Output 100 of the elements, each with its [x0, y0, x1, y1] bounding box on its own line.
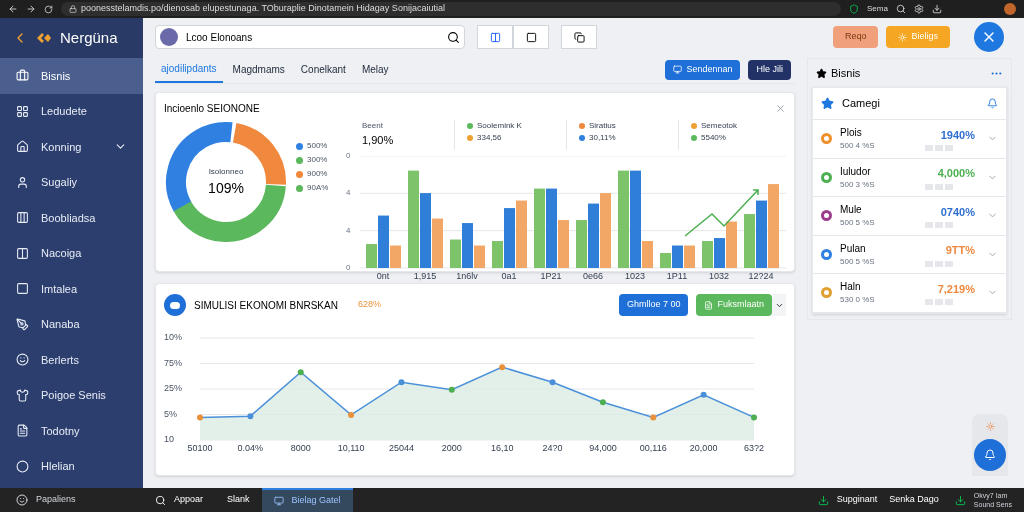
address-bar[interactable]: poonesstelamdis.po/dienosab elupestunaga. TOburaplie Dinotamein Hidagay Sonijacaiutial [61, 2, 841, 16]
layout-icon [489, 31, 501, 43]
bar [744, 214, 755, 268]
nav-icon [16, 317, 29, 331]
list-row[interactable]: Haln 530 0 %S 7,219% [813, 274, 1006, 313]
axis-label: 8000 [289, 442, 312, 455]
tray-icon[interactable] [954, 494, 966, 506]
nav-item[interactable]: Bisnis [0, 58, 143, 94]
primary-button[interactable]: Sendennan [665, 59, 741, 80]
close-button[interactable] [974, 22, 1004, 52]
nav-item[interactable]: Ledudete [0, 93, 143, 129]
axis-label: 1,915 [412, 270, 438, 283]
url-text: poonesstelamdis.po/dienosab elupestunaga. TOburaplie Dinotamein Hidagay Sonijacaiutial [81, 2, 445, 16]
nav-item[interactable]: Nanaba [0, 306, 143, 342]
extension-icon[interactable] [849, 4, 859, 14]
legend-text: 30,11% [589, 132, 616, 144]
nav-item[interactable]: Todotny [0, 413, 143, 449]
search-box[interactable]: Lcoo Elonoans [155, 25, 465, 49]
axis-label: 4 [346, 224, 351, 237]
tab[interactable]: ajodilipdants [155, 56, 223, 83]
smile-icon [16, 494, 28, 506]
list-row[interactable]: Plois 500 4 %S 1940% [813, 120, 1006, 159]
start-button[interactable]: Papaliens [0, 488, 143, 512]
legend-text: Soolemink K [477, 120, 522, 132]
axis-label: 0nt [375, 270, 391, 283]
download-icon[interactable] [931, 4, 942, 14]
lock-icon [69, 5, 77, 13]
secondary-button[interactable]: Hle Jili [748, 59, 791, 80]
row-subtitle: 530 0 %S [840, 294, 876, 307]
row-title: Iuludor [840, 164, 872, 179]
logo-icon [36, 31, 52, 45]
taskbar-item[interactable]: Bielag Gatel [261, 488, 353, 512]
tab[interactable]: Melay [355, 56, 395, 83]
tab[interactable]: Magdmams [226, 56, 291, 83]
search-icon[interactable] [447, 30, 460, 44]
tab[interactable]: Conelkant [294, 56, 352, 83]
list-row[interactable]: Mule 500 5 %S 0740% [813, 197, 1006, 236]
bar [588, 203, 599, 268]
window-button[interactable] [561, 25, 597, 49]
summary-value: 1,90% [362, 133, 395, 148]
nav-icon [16, 388, 29, 402]
back-icon[interactable] [8, 4, 18, 14]
layout-button[interactable] [513, 25, 549, 49]
nav-item[interactable]: Imtalea [0, 271, 143, 307]
bar [684, 245, 695, 268]
nav-item[interactable]: Boobliadsa [0, 200, 143, 236]
brand-name: Nergüna [60, 27, 118, 48]
nav-item[interactable]: Hlelian [0, 448, 143, 484]
row-title: Pulan [840, 241, 867, 256]
search-icon [155, 494, 166, 506]
bell-icon[interactable] [987, 98, 998, 109]
nav-icon [16, 282, 29, 296]
taskbar-item[interactable]: Slank [215, 488, 262, 512]
placeholder-blocks [925, 222, 953, 228]
avatar[interactable] [1004, 3, 1016, 15]
list-row[interactable]: Iuludor 500 3 %S 4,000% [813, 158, 1006, 197]
search-icon[interactable] [895, 4, 906, 14]
tray-icon[interactable] [817, 494, 829, 506]
nav-item[interactable]: Konning [0, 129, 143, 165]
row-value: 4,000% [937, 166, 975, 181]
settings-icon[interactable] [913, 4, 924, 14]
monitor-icon [673, 65, 683, 74]
reload-icon[interactable] [44, 4, 53, 14]
axis-label: 2000 [440, 442, 463, 455]
search-field[interactable]: Lcoo Elonoans [186, 29, 439, 45]
panel-title: Bisnis [831, 65, 862, 81]
row-title: Plois [840, 126, 863, 141]
nav-icon [16, 246, 29, 260]
row-value: 1940% [940, 127, 975, 143]
nav-item[interactable]: Nacoiga [0, 235, 143, 271]
star-icon [816, 67, 827, 79]
placeholder-blocks [925, 299, 953, 305]
nav-item[interactable]: Poigoe Senis [0, 377, 143, 413]
row-title: Haln [840, 280, 862, 295]
primary-button[interactable]: Ghmlloe 7 00 [618, 294, 689, 316]
fab-button[interactable] [974, 439, 1006, 471]
nav-icon [16, 353, 29, 367]
nav-icon [16, 140, 29, 154]
header-button[interactable]: Reqo [832, 26, 879, 48]
nav-item[interactable]: Berlerts [0, 342, 143, 378]
data-point [650, 414, 657, 421]
forward-icon[interactable] [26, 4, 36, 14]
row-subtitle: 500 4 %S [840, 140, 876, 153]
list-row[interactable]: Pulan 500 5 %S 9TT% [813, 235, 1006, 274]
data-point [549, 379, 556, 386]
window-icon [573, 31, 585, 43]
axis-label: 00,116 [638, 442, 668, 455]
nav-icon [16, 175, 29, 189]
percent-text: 628% [357, 298, 381, 312]
taskbar-item[interactable]: Appoar [143, 488, 216, 512]
row-subtitle: 500 5 %S [840, 217, 876, 230]
row-value: 9TT% [945, 243, 975, 258]
monitor-icon [273, 496, 284, 506]
axis-label: 1P11 [665, 270, 689, 283]
nav-item[interactable]: Sugaliy [0, 164, 143, 200]
axis-label: 0.04% [236, 442, 265, 455]
document-icon [704, 300, 714, 310]
bar [516, 200, 527, 268]
square-icon [525, 31, 537, 43]
axis-label: 0a1 [500, 270, 518, 283]
